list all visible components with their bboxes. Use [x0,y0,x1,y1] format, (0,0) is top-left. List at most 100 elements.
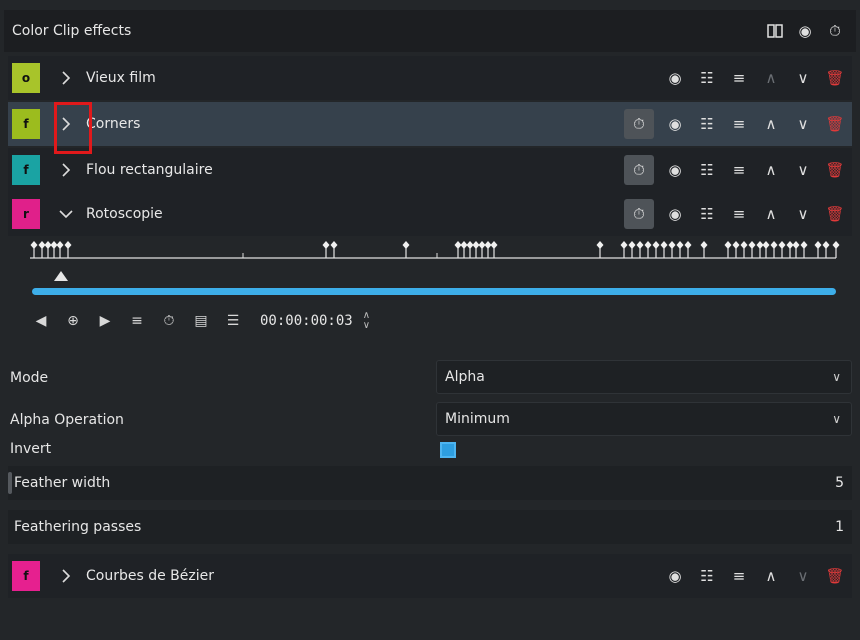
keyframe-marker[interactable] [636,241,644,249]
effect-row-flou-rectangulaire[interactable]: f Flou rectangulaire ⏱ ◉ ☷ ≡ ∧ ∨ 🗑︎ [8,148,852,192]
keyframe-marker[interactable] [596,241,604,249]
settings-sliders-icon[interactable]: ☷ [692,63,722,93]
keyframe-marker[interactable] [740,241,748,249]
keyframe-marker[interactable] [490,241,498,249]
keyframe-marker[interactable] [56,241,64,249]
keyframe-stopwatch-icon[interactable]: ⏱ [624,199,654,229]
keyframe-timeline[interactable] [4,238,856,308]
eye-icon[interactable]: ◉ [660,109,690,139]
menu-icon[interactable]: ☰ [220,308,246,334]
keyframe-marker[interactable] [472,241,480,249]
menu-icon[interactable]: ≡ [724,199,754,229]
progress-bar[interactable] [32,288,836,295]
keyframe-marker[interactable] [800,241,808,249]
feathering-passes-slider[interactable]: Feathering passes 1 [8,510,852,544]
trash-icon[interactable]: 🗑︎ [820,109,850,139]
compare-split-icon[interactable] [760,16,790,46]
feather-width-value[interactable]: 5 [835,475,844,491]
keyframe-marker[interactable] [724,241,732,249]
invert-checkbox[interactable] [440,442,456,458]
keyframe-marker[interactable] [748,241,756,249]
keyframe-marker[interactable] [44,241,52,249]
keyframe-stopwatch-icon[interactable]: ⏱ [820,16,850,46]
slider-handle[interactable] [8,472,12,494]
keyframe-marker[interactable] [402,241,410,249]
settings-sliders-icon[interactable]: ☷ [692,199,722,229]
eye-icon[interactable]: ◉ [790,16,820,46]
settings-sliders-icon[interactable]: ☷ [692,155,722,185]
alpha-operation-dropdown[interactable]: Minimum ∨ [436,402,852,436]
arrow-up-icon[interactable]: ∧ [756,561,786,591]
arrow-up-icon[interactable]: ∧ [756,63,786,93]
keyframe-marker[interactable] [478,241,486,249]
keyframe-marker[interactable] [466,241,474,249]
align-icon[interactable]: ≡ [124,308,150,334]
keyframe-marker[interactable] [330,241,338,249]
keyframe-options-icon[interactable]: ⏱ [156,308,182,334]
menu-icon[interactable]: ≡ [724,63,754,93]
feathering-passes-value[interactable]: 1 [835,519,844,535]
keyframe-marker[interactable] [668,241,676,249]
keyframe-marker[interactable] [628,241,636,249]
eye-icon[interactable]: ◉ [660,155,690,185]
keyframe-marker[interactable] [792,241,800,249]
keyframe-marker[interactable] [822,241,830,249]
arrow-up-icon[interactable]: ∧ [756,199,786,229]
keyframe-marker[interactable] [620,241,628,249]
arrow-down-icon[interactable]: ∨ [788,63,818,93]
keyframe-marker[interactable] [756,241,764,249]
chevron-right-icon[interactable] [52,561,80,591]
trash-icon[interactable]: 🗑︎ [820,155,850,185]
keyframe-marker[interactable] [732,241,740,249]
keyframe-marker[interactable] [652,241,660,249]
effect-row-courbes-de-bezier[interactable]: f Courbes de Bézier ◉ ☷ ≡ ∧ ∨ 🗑︎ [8,554,852,598]
menu-icon[interactable]: ≡ [724,561,754,591]
keyframe-marker[interactable] [778,241,786,249]
keyframe-marker[interactable] [454,241,462,249]
eye-icon[interactable]: ◉ [660,199,690,229]
keyframe-marker[interactable] [660,241,668,249]
menu-icon[interactable]: ≡ [724,155,754,185]
effect-row-vieux-film[interactable]: o Vieux film ◉ ☷ ≡ ∧ ∨ 🗑︎ [8,56,852,100]
chevron-right-icon[interactable] [52,63,80,93]
feather-width-slider[interactable]: Feather width 5 [8,466,852,500]
keyframe-marker[interactable] [786,241,794,249]
arrow-down-icon[interactable]: ∨ [788,109,818,139]
eye-icon[interactable]: ◉ [660,63,690,93]
next-keyframe-icon[interactable]: ▶ [92,308,118,334]
eye-icon[interactable]: ◉ [660,561,690,591]
keyframe-marker[interactable] [832,241,840,249]
settings-sliders-icon[interactable]: ☷ [692,561,722,591]
keyframe-stopwatch-icon[interactable]: ⏱ [624,155,654,185]
keyframe-marker[interactable] [684,241,692,249]
previous-keyframe-icon[interactable]: ◀ [28,308,54,334]
keyframe-marker[interactable] [814,241,822,249]
arrow-down-icon[interactable]: ∨ [788,561,818,591]
trash-icon[interactable]: 🗑︎ [820,199,850,229]
keyframe-marker[interactable] [644,241,652,249]
keyframe-stopwatch-icon[interactable]: ⏱ [624,109,654,139]
effect-row-rotoscopie[interactable]: r Rotoscopie ⏱ ◉ ☷ ≡ ∧ ∨ 🗑︎ [8,192,852,236]
timecode-spinner[interactable]: ∧ ∨ [363,311,370,331]
keyframe-marker[interactable] [64,241,72,249]
chevron-down-icon[interactable] [52,199,80,229]
mode-dropdown[interactable]: Alpha ∨ [436,360,852,394]
menu-icon[interactable]: ≡ [724,109,754,139]
playhead-marker[interactable] [54,271,68,281]
trash-icon[interactable]: 🗑︎ [820,63,850,93]
timecode-display[interactable]: 00:00:00:03 [260,313,353,329]
keyframe-marker[interactable] [322,241,330,249]
arrow-down-icon[interactable]: ∨ [788,155,818,185]
keyframe-marker[interactable] [460,241,468,249]
settings-sliders-icon[interactable]: ☷ [692,109,722,139]
spin-down-icon[interactable]: ∨ [363,321,370,331]
trash-icon[interactable]: 🗑︎ [820,561,850,591]
arrow-down-icon[interactable]: ∨ [788,199,818,229]
add-keyframe-icon[interactable]: ⊕ [60,308,86,334]
keyframe-marker[interactable] [30,241,38,249]
keyframe-marker[interactable] [38,241,46,249]
keyframe-marker[interactable] [700,241,708,249]
chevron-right-icon[interactable] [52,155,80,185]
keyframe-marker[interactable] [50,241,58,249]
keyframe-marker[interactable] [676,241,684,249]
